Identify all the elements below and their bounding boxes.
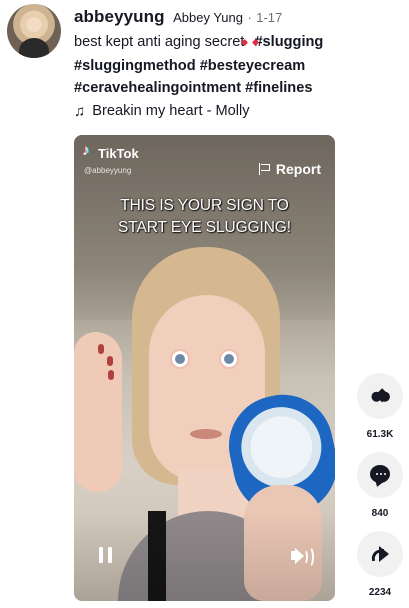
video-mouth-shape — [190, 429, 222, 439]
video-handle: @abbeyyung — [84, 166, 132, 175]
video-hand-shape — [74, 332, 122, 492]
share-action[interactable]: 2234 — [356, 531, 404, 598]
nail-shape — [98, 344, 104, 354]
like-action[interactable]: 61.3K — [356, 373, 404, 440]
heart-icon — [369, 385, 390, 406]
comment-icon — [370, 465, 390, 483]
hashtag-link[interactable]: #sluggingmethod — [74, 58, 196, 74]
report-label: Report — [275, 161, 321, 177]
hashtag-link[interactable]: #finelines — [245, 80, 312, 96]
speaker-icon[interactable] — [290, 544, 314, 568]
username-link[interactable]: abbeyyung — [74, 7, 165, 26]
music-link[interactable]: ♫ Breakin my heart - Molly — [74, 103, 250, 119]
post-caption: best kept anti aging secret #slugging #s… — [74, 31, 399, 99]
date-separator: · — [247, 10, 252, 25]
like-count: 61.3K — [366, 429, 394, 440]
report-button[interactable]: Report — [258, 161, 321, 177]
heart-core-shape — [375, 388, 390, 403]
comment-action[interactable]: 840 — [356, 452, 404, 519]
tiktok-brand-text: TikTok — [98, 146, 139, 161]
flag-icon — [258, 163, 270, 175]
tiktok-logo: TikTok — [82, 144, 139, 161]
overlay-line-1: THIS IS YOUR SIGN TO — [120, 197, 289, 214]
comment-button[interactable] — [357, 452, 403, 498]
video-left-eye — [170, 349, 190, 369]
display-name: Abbey Yung — [173, 10, 243, 25]
share-icon — [371, 545, 389, 563]
post-header: abbeyyung Abbey Yung · 1-17 — [74, 7, 282, 27]
post-date: 1-17 — [256, 10, 283, 25]
tiktok-icon — [82, 144, 95, 160]
music-title: Breakin my heart - Molly — [92, 103, 250, 119]
share-button[interactable] — [357, 531, 403, 577]
pause-icon[interactable] — [97, 546, 115, 564]
sound-wave-shape — [304, 546, 314, 568]
share-count: 2234 — [368, 587, 392, 598]
avatar[interactable] — [7, 4, 61, 58]
video-right-eye — [219, 349, 239, 369]
comment-count: 840 — [371, 508, 389, 519]
video-player[interactable]: TikTok @abbeyyung Report THIS IS YOUR SI… — [74, 135, 335, 601]
nail-shape — [107, 356, 113, 366]
caption-text: best kept anti aging secret — [74, 34, 245, 50]
like-button[interactable] — [357, 373, 403, 419]
hashtag-link[interactable]: #besteyecream — [200, 58, 305, 74]
hashtag-link[interactable]: #slugging — [254, 34, 323, 50]
overlay-line-2: START EYE SLUGGING! — [118, 219, 291, 236]
video-overlay-text: THIS IS YOUR SIGN TO START EYE SLUGGING! — [92, 195, 317, 239]
music-note-icon: ♫ — [74, 102, 86, 120]
hashtag-link[interactable]: #ceravehealingointment — [74, 80, 241, 96]
nail-shape — [108, 370, 114, 380]
comment-dots-shape — [376, 473, 378, 475]
